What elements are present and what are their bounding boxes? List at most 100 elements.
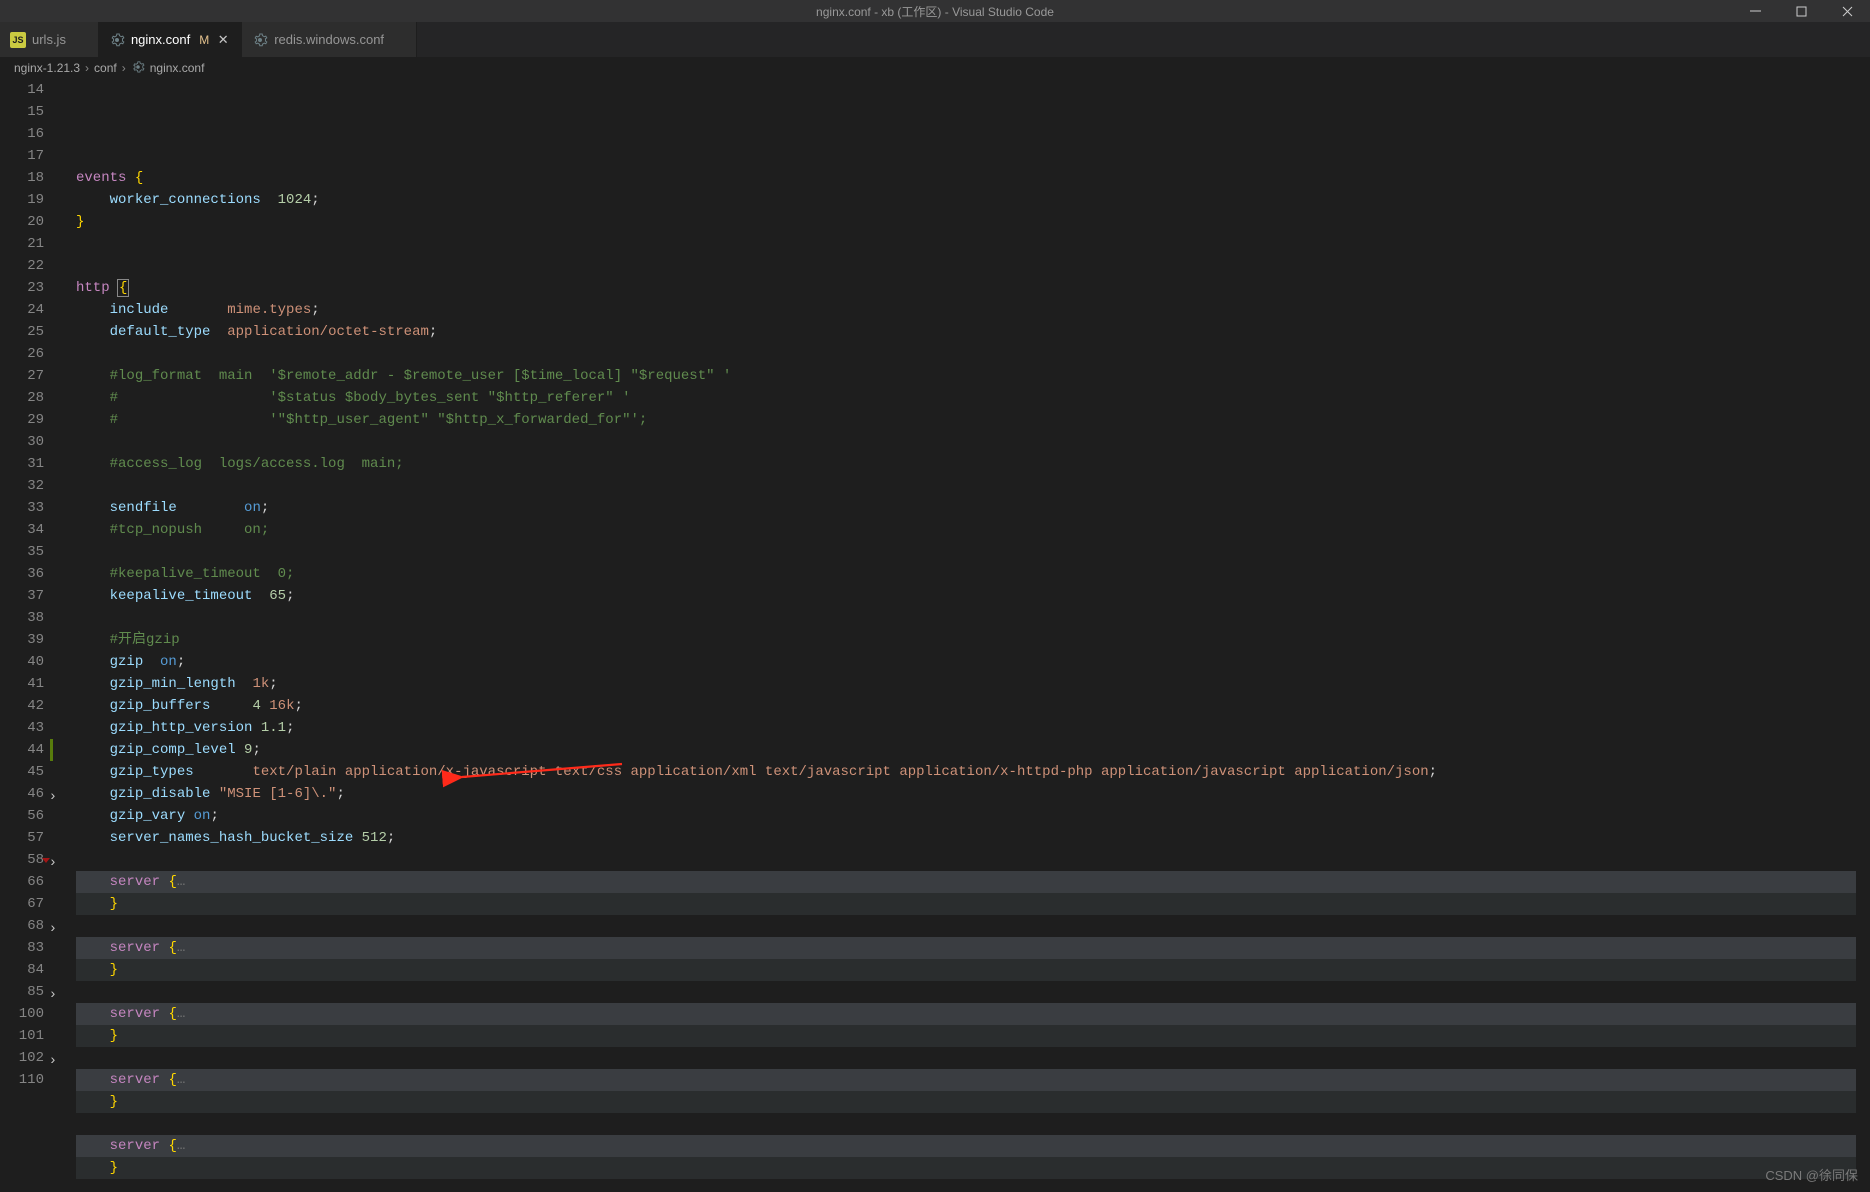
line-number[interactable]: 28 (0, 387, 44, 409)
code-line[interactable]: } (76, 1157, 1870, 1179)
code-line[interactable]: server {… (76, 1003, 1870, 1025)
code-line[interactable] (76, 431, 1870, 453)
line-number[interactable]: 38 (0, 607, 44, 629)
code-line[interactable] (76, 1047, 1870, 1069)
line-number[interactable]: 68› (0, 915, 44, 937)
line-number[interactable]: 37 (0, 585, 44, 607)
line-number[interactable]: 57 (0, 827, 44, 849)
close-icon[interactable]: ✕ (215, 32, 231, 48)
code-line[interactable]: } (76, 893, 1870, 915)
line-number[interactable]: 36 (0, 563, 44, 585)
tab-urls-js[interactable]: JS urls.js ✕ (0, 22, 99, 57)
line-number[interactable]: 83 (0, 937, 44, 959)
chevron-right-icon[interactable]: › (43, 984, 57, 1006)
line-number[interactable]: 58› (0, 849, 44, 871)
code-line[interactable]: # '"$http_user_agent" "$http_x_forwarded… (76, 409, 1870, 431)
code-line[interactable]: gzip_http_version 1.1; (76, 717, 1870, 739)
code-line[interactable]: gzip_vary on; (76, 805, 1870, 827)
code-line[interactable] (76, 541, 1870, 563)
code-line[interactable]: } (76, 211, 1870, 233)
code-line[interactable]: default_type application/octet-stream; (76, 321, 1870, 343)
line-number[interactable]: 43 (0, 717, 44, 739)
line-number[interactable]: 66 (0, 871, 44, 893)
line-number[interactable]: 29 (0, 409, 44, 431)
line-number[interactable]: 19 (0, 189, 44, 211)
line-number[interactable]: 21 (0, 233, 44, 255)
code-line[interactable]: worker_connections 1024; (76, 189, 1870, 211)
code-line[interactable]: } (76, 1025, 1870, 1047)
code-line[interactable]: gzip on; (76, 651, 1870, 673)
line-number[interactable]: 20 (0, 211, 44, 233)
line-number[interactable]: 30 (0, 431, 44, 453)
line-number[interactable]: 24 (0, 299, 44, 321)
code-line[interactable]: # '$status $body_bytes_sent "$http_refer… (76, 387, 1870, 409)
code-line[interactable] (76, 475, 1870, 497)
code-line[interactable]: #access_log logs/access.log main; (76, 453, 1870, 475)
line-number[interactable]: 41 (0, 673, 44, 695)
code-line[interactable] (76, 849, 1870, 871)
tab-redis-conf[interactable]: redis.windows.conf ✕ (242, 22, 417, 57)
line-number[interactable]: 39 (0, 629, 44, 651)
line-number[interactable]: 15 (0, 101, 44, 123)
code-line[interactable] (76, 1113, 1870, 1135)
line-number[interactable]: 18 (0, 167, 44, 189)
line-number-gutter[interactable]: 1415161718192021222324252627282930313233… (0, 79, 62, 1192)
line-number[interactable]: 35 (0, 541, 44, 563)
line-number[interactable]: 26 (0, 343, 44, 365)
line-number[interactable]: 67 (0, 893, 44, 915)
code-line[interactable]: server {… (76, 937, 1870, 959)
tab-nginx-conf[interactable]: nginx.conf M ✕ (99, 22, 242, 57)
breadcrumb[interactable]: nginx-1.21.3 › conf › nginx.conf (0, 57, 1870, 79)
line-number[interactable]: 32 (0, 475, 44, 497)
code-line[interactable]: keepalive_timeout 65; (76, 585, 1870, 607)
code-line[interactable] (76, 343, 1870, 365)
code-line[interactable]: http { (76, 277, 1870, 299)
code-line[interactable]: gzip_min_length 1k; (76, 673, 1870, 695)
code-line[interactable]: #keepalive_timeout 0; (76, 563, 1870, 585)
line-number[interactable]: 34 (0, 519, 44, 541)
line-number[interactable]: 100 (0, 1003, 44, 1025)
line-number[interactable]: 84 (0, 959, 44, 981)
minimize-button[interactable] (1732, 0, 1778, 22)
close-button[interactable] (1824, 0, 1870, 22)
code-line[interactable] (76, 233, 1870, 255)
breadcrumb-part[interactable]: nginx-1.21.3 (14, 61, 80, 75)
minimap[interactable] (1856, 79, 1870, 1192)
code-line[interactable]: server_names_hash_bucket_size 512; (76, 827, 1870, 849)
code-line[interactable]: server {… (76, 871, 1870, 893)
line-number[interactable]: 17 (0, 145, 44, 167)
breadcrumb-part[interactable]: conf (94, 61, 117, 75)
code-line[interactable]: gzip_comp_level 9; (76, 739, 1870, 761)
line-number[interactable]: 23 (0, 277, 44, 299)
code-line[interactable]: gzip_buffers 4 16k; (76, 695, 1870, 717)
code-line[interactable]: #log_format main '$remote_addr - $remote… (76, 365, 1870, 387)
code-line[interactable]: include mime.types; (76, 299, 1870, 321)
line-number[interactable]: 46› (0, 783, 44, 805)
code-line[interactable]: #tcp_nopush on; (76, 519, 1870, 541)
code-area[interactable]: events { worker_connections 1024;} http {… (62, 79, 1870, 1192)
line-number[interactable]: 85› (0, 981, 44, 1003)
chevron-right-icon[interactable]: › (43, 1050, 57, 1072)
line-number[interactable]: 101 (0, 1025, 44, 1047)
line-number[interactable]: 25 (0, 321, 44, 343)
maximize-button[interactable] (1778, 0, 1824, 22)
line-number[interactable]: 45 (0, 761, 44, 783)
code-line[interactable]: gzip_disable "MSIE [1-6]\."; (76, 783, 1870, 805)
code-line[interactable]: sendfile on; (76, 497, 1870, 519)
line-number[interactable]: 110 (0, 1069, 44, 1091)
line-number[interactable]: 27 (0, 365, 44, 387)
line-number[interactable]: 16 (0, 123, 44, 145)
code-line[interactable] (76, 607, 1870, 629)
line-number[interactable]: 14 (0, 79, 44, 101)
code-line[interactable]: } (76, 959, 1870, 981)
editor[interactable]: 1415161718192021222324252627282930313233… (0, 79, 1870, 1192)
line-number[interactable]: 31 (0, 453, 44, 475)
line-number[interactable]: 44 (0, 739, 44, 761)
line-number[interactable]: 56 (0, 805, 44, 827)
chevron-right-icon[interactable]: › (43, 786, 57, 808)
code-line[interactable]: #开启gzip (76, 629, 1870, 651)
code-line[interactable]: gzip_types text/plain application/x-java… (76, 761, 1870, 783)
code-line[interactable]: events { (76, 167, 1870, 189)
chevron-right-icon[interactable]: › (43, 918, 57, 940)
chevron-right-icon[interactable]: › (43, 852, 57, 874)
